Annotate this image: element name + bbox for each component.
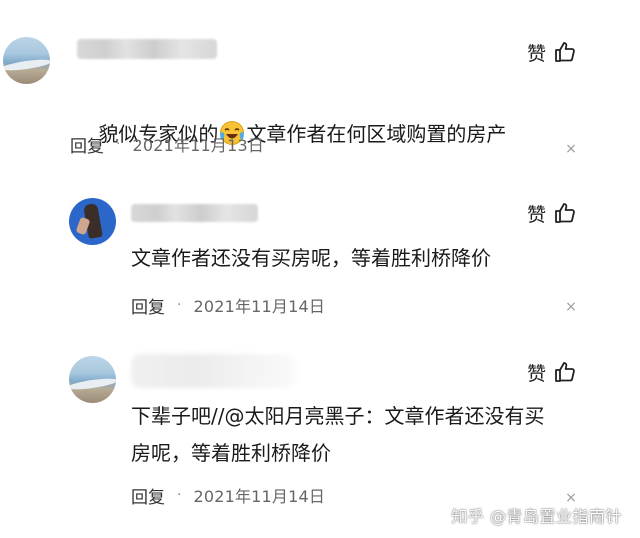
meta-separator: · xyxy=(177,487,182,503)
comment-meta: 回复 · 2021年11月14日 xyxy=(131,483,326,508)
comment-date: 2021年11月14日 xyxy=(193,487,326,506)
reply-button[interactable]: 回复 xyxy=(131,483,165,508)
user-avatar[interactable] xyxy=(69,356,116,403)
comment-text: 下辈子吧//@太阳月亮黑子：文章作者还没有买 房呢，等着胜利桥降价 xyxy=(131,404,545,465)
comment-item-3: 赞 下辈子吧//@太阳月亮黑子：文章作者还没有买 房呢，等着胜利桥降价 回复 ·… xyxy=(0,0,640,538)
like-button[interactable]: 赞 xyxy=(527,357,577,387)
like-label: 赞 xyxy=(527,362,547,385)
username-blurred[interactable] xyxy=(131,354,296,388)
thumbs-up-icon xyxy=(554,362,575,382)
watermark-text: 知乎 @青岛置业指南针 xyxy=(451,507,622,526)
